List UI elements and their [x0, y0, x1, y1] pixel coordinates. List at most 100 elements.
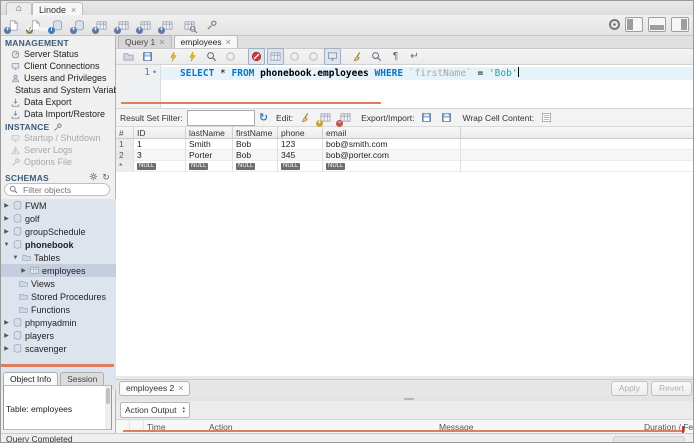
- expand-icon[interactable]: ▶: [3, 202, 10, 209]
- autocommit-icon[interactable]: [324, 48, 341, 65]
- connection-tab-linode[interactable]: Linode ×: [32, 2, 84, 16]
- execute-icon[interactable]: [165, 48, 182, 65]
- schema-filter[interactable]: [4, 183, 110, 196]
- edit-record-icon[interactable]: [297, 110, 313, 126]
- schema-groupschedule[interactable]: ▶ groupSchedule: [1, 225, 116, 238]
- expand-icon[interactable]: ▶: [3, 332, 10, 339]
- tab-employees-2[interactable]: employees 2 ×: [119, 380, 191, 396]
- expand-icon[interactable]: ▶: [3, 215, 10, 222]
- sidebar-item-status-variables[interactable]: Status and System Variables: [1, 84, 116, 96]
- panel-toggles: [609, 17, 689, 32]
- schema-inspector-icon[interactable]: i: [48, 17, 65, 34]
- create-function-icon[interactable]: +: [158, 17, 175, 34]
- import-records-icon[interactable]: [438, 110, 454, 126]
- open-sql-file-icon[interactable]: �folder: [26, 17, 49, 34]
- sql-statement[interactable]: SELECT * FROM phonebook.employees WHERE …: [180, 67, 519, 79]
- toggle-output-panel-icon[interactable]: [648, 17, 666, 32]
- expand-icon[interactable]: ▶: [3, 319, 10, 326]
- create-table-icon[interactable]: +: [92, 17, 109, 34]
- table-row[interactable]: 1 1 Smith Bob 123 bob@smith.com: [116, 139, 693, 150]
- expand-icon[interactable]: ▶: [3, 228, 10, 235]
- collapse-icon[interactable]: ▼: [12, 255, 19, 261]
- create-view-icon[interactable]: +: [114, 17, 131, 34]
- column-header-email[interactable]: email: [323, 127, 461, 139]
- column-header-id[interactable]: ID: [134, 127, 186, 139]
- save-icon[interactable]: [139, 48, 156, 65]
- selector-spinner-icon: ▴ ▾: [182, 405, 186, 415]
- create-procedure-icon[interactable]: +: [136, 17, 153, 34]
- table-row[interactable]: 2 3 Porter Bob 345 bob@porter.com: [116, 150, 693, 161]
- sidebar-item-server-status[interactable]: Server Status: [1, 48, 116, 60]
- revert-button[interactable]: Revert: [650, 380, 692, 396]
- apply-button[interactable]: Apply: [610, 380, 648, 396]
- tree-node-employees[interactable]: ▶ employees: [1, 264, 116, 277]
- schema-golf[interactable]: ▶ golf: [1, 212, 116, 225]
- output-selector[interactable]: Action Output ▴ ▾: [120, 402, 191, 418]
- insert-row-icon[interactable]: +: [316, 110, 333, 127]
- column-header-phone[interactable]: phone: [278, 127, 323, 139]
- tab-employees[interactable]: employees ×: [173, 35, 238, 48]
- toggle-sidebar-icon[interactable]: [625, 17, 643, 32]
- import-icon: [11, 110, 20, 119]
- column-header-lastname[interactable]: lastName: [186, 127, 233, 139]
- sidebar-item-options-file[interactable]: Options File: [1, 156, 116, 168]
- execute-current-icon[interactable]: [184, 48, 201, 65]
- commit-icon[interactable]: [286, 48, 303, 65]
- tree-node-tables[interactable]: ▼ Tables: [1, 251, 116, 264]
- close-icon[interactable]: ×: [178, 383, 183, 393]
- sidebar-item-client-connections[interactable]: Client Connections: [1, 60, 116, 72]
- wrap-cell-content-icon[interactable]: [538, 110, 554, 126]
- schema-players[interactable]: ▶ players: [1, 329, 116, 342]
- expand-icon[interactable]: ▶: [20, 267, 27, 274]
- schema-filter-input[interactable]: [21, 183, 105, 196]
- create-schema-icon[interactable]: +: [70, 17, 87, 34]
- tree-node-functions[interactable]: Functions: [1, 303, 116, 316]
- close-icon[interactable]: ×: [159, 37, 164, 47]
- schema-phonebook[interactable]: ▼ phonebook: [1, 238, 116, 251]
- expand-schemas-icon[interactable]: [89, 172, 98, 181]
- search-table-data-icon[interactable]: [181, 17, 197, 33]
- find-icon[interactable]: [368, 48, 385, 65]
- schema-scavenger[interactable]: ▶ scavenger: [1, 342, 116, 355]
- rollback-icon[interactable]: [305, 48, 322, 65]
- export-results-icon[interactable]: [418, 110, 434, 126]
- sidebar-item-data-import[interactable]: Data Import/Restore: [1, 108, 116, 120]
- utilities-icon[interactable]: [203, 17, 219, 33]
- explain-icon[interactable]: [203, 48, 220, 65]
- close-icon[interactable]: ×: [226, 37, 231, 47]
- tree-node-views[interactable]: Views: [1, 277, 116, 290]
- collapse-icon[interactable]: ▼: [3, 242, 10, 248]
- tab-session[interactable]: Session: [60, 372, 105, 385]
- tab-query-1[interactable]: Query 1 ×: [118, 35, 172, 48]
- refresh-schemas-icon[interactable]: ↻: [102, 172, 110, 183]
- export-icon: [11, 98, 20, 107]
- new-query-tab-icon[interactable]: +: [4, 17, 21, 34]
- stop-execution-icon[interactable]: [222, 48, 239, 65]
- sidebar-item-startup-shutdown[interactable]: Startup / Shutdown: [1, 132, 116, 144]
- toggle-secondary-sidebar-icon[interactable]: [671, 17, 689, 32]
- refresh-results-icon[interactable]: ↻: [259, 111, 268, 124]
- column-header-firstname[interactable]: firstName: [233, 127, 278, 139]
- schema-phpmyadmin[interactable]: ▶ phpmyadmin: [1, 316, 116, 329]
- object-info-scrollbar[interactable]: [105, 386, 111, 429]
- tables-folder-icon: [22, 253, 31, 262]
- sidebar-item-users-privileges[interactable]: Users and Privileges: [1, 72, 116, 84]
- sidebar-item-server-logs[interactable]: Server Logs: [1, 144, 116, 156]
- stop-on-error-icon[interactable]: [248, 48, 265, 65]
- table-row-new[interactable]: * NULL NULL NULL NULL NULL: [116, 161, 693, 172]
- sidebar-item-data-export[interactable]: Data Export: [1, 96, 116, 108]
- tab-object-info[interactable]: Object Info: [3, 372, 59, 385]
- invisible-characters-icon[interactable]: ¶: [387, 48, 404, 65]
- home-tab[interactable]: ⌂: [6, 2, 32, 16]
- limit-rows-icon[interactable]: [267, 48, 284, 65]
- open-file-icon[interactable]: [120, 48, 137, 65]
- column-header-rownum[interactable]: #: [116, 127, 134, 139]
- delete-row-icon[interactable]: −: [336, 110, 353, 127]
- close-icon[interactable]: ×: [71, 5, 76, 15]
- beautify-sql-icon[interactable]: [349, 48, 366, 65]
- schema-fwm[interactable]: ▶ FWM: [1, 199, 116, 212]
- result-filter-input[interactable]: [186, 109, 255, 126]
- tree-node-stored-procedures[interactable]: Stored Procedures: [1, 290, 116, 303]
- wrap-text-icon[interactable]: ↵: [406, 48, 423, 65]
- expand-icon[interactable]: ▶: [3, 345, 10, 352]
